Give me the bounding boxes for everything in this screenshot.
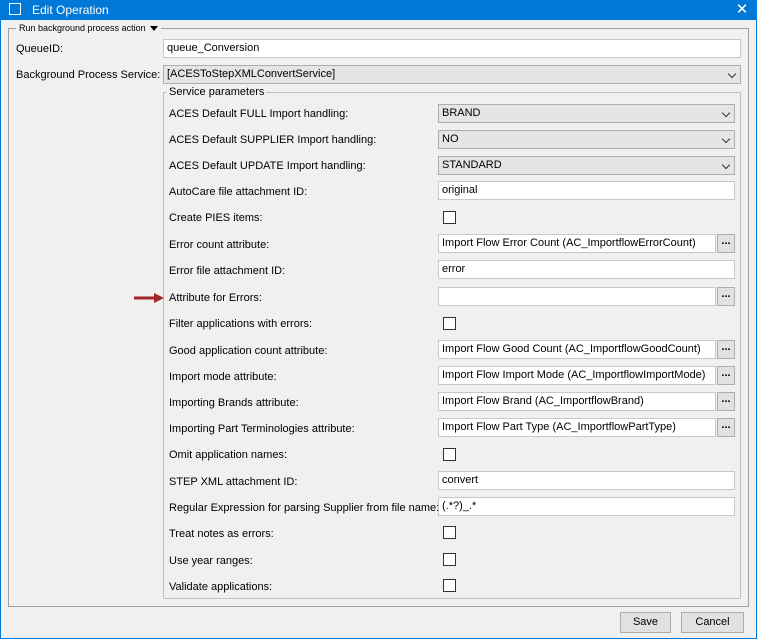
window-title: Edit Operation <box>32 3 109 17</box>
notes-errors-checkbox[interactable] <box>443 526 456 539</box>
filter-errors-checkbox[interactable] <box>443 317 456 330</box>
notes-errors-label: Treat notes as errors: <box>169 528 274 540</box>
queue-id-input[interactable]: queue_Conversion <box>163 39 741 58</box>
service-select[interactable]: [ACESToStepXMLConvertService] <box>163 65 741 84</box>
autocare-input[interactable]: original <box>438 181 735 200</box>
error-file-label: Error file attachment ID: <box>169 265 286 277</box>
create-pies-label: Create PIES items: <box>169 212 263 224</box>
full-import-value: BRAND <box>442 107 481 119</box>
omit-names-label: Omit application names: <box>169 449 287 461</box>
close-icon[interactable]: ✕ <box>727 0 757 20</box>
year-ranges-label: Use year ranges: <box>169 555 253 567</box>
chevron-down-icon <box>721 160 731 170</box>
pointer-arrow-icon <box>134 293 164 303</box>
import-mode-input[interactable]: Import Flow Import Mode (AC_ImportflowIm… <box>438 366 716 385</box>
attribute-errors-browse-button[interactable]: ... <box>717 287 735 306</box>
brands-label: Importing Brands attribute: <box>169 397 299 409</box>
save-button[interactable]: Save <box>620 612 671 633</box>
create-pies-checkbox[interactable] <box>443 211 456 224</box>
chevron-down-icon <box>149 26 158 32</box>
update-import-select[interactable]: STANDARD <box>438 156 735 175</box>
queue-id-label: QueueID: <box>16 43 64 55</box>
regex-input[interactable]: (.*?)_.* <box>438 497 735 516</box>
error-count-browse-button[interactable]: ... <box>717 234 735 253</box>
service-label: Background Process Service: <box>16 69 161 81</box>
stepxml-input[interactable]: convert <box>438 471 735 490</box>
chevron-down-icon <box>721 134 731 144</box>
part-terms-input[interactable]: Import Flow Part Type (AC_ImportflowPart… <box>438 418 716 437</box>
attribute-errors-input[interactable] <box>438 287 716 306</box>
title-bar: Edit Operation ✕ <box>0 0 757 20</box>
stepxml-label: STEP XML attachment ID: <box>169 476 298 488</box>
error-count-label: Error count attribute: <box>169 239 270 251</box>
update-import-label: ACES Default UPDATE Import handling: <box>169 160 366 172</box>
part-terms-label: Importing Part Terminologies attribute: <box>169 423 355 435</box>
import-mode-label: Import mode attribute: <box>169 371 277 383</box>
attribute-errors-label: Attribute for Errors: <box>169 292 262 304</box>
year-ranges-checkbox[interactable] <box>443 553 456 566</box>
supplier-import-label: ACES Default SUPPLIER Import handling: <box>169 134 377 146</box>
validate-label: Validate applications: <box>169 581 273 593</box>
omit-names-checkbox[interactable] <box>443 448 456 461</box>
update-import-value: STANDARD <box>442 159 502 171</box>
full-import-select[interactable]: BRAND <box>438 104 735 123</box>
import-mode-browse-button[interactable]: ... <box>717 366 735 385</box>
brands-browse-button[interactable]: ... <box>717 392 735 411</box>
autocare-label: AutoCare file attachment ID: <box>169 186 308 198</box>
chevron-down-icon <box>727 69 737 79</box>
window-icon <box>9 3 21 15</box>
supplier-import-select[interactable]: NO <box>438 130 735 149</box>
action-group-legend[interactable]: Run background process action <box>16 23 161 34</box>
good-count-label: Good application count attribute: <box>169 345 328 357</box>
cancel-button[interactable]: Cancel <box>681 612 744 633</box>
good-count-browse-button[interactable]: ... <box>717 340 735 359</box>
brands-input[interactable]: Import Flow Brand (AC_ImportflowBrand) <box>438 392 716 411</box>
full-import-label: ACES Default FULL Import handling: <box>169 108 349 120</box>
filter-errors-label: Filter applications with errors: <box>169 318 313 330</box>
chevron-down-icon <box>721 108 731 118</box>
validate-checkbox[interactable] <box>443 579 456 592</box>
regex-label: Regular Expression for parsing Supplier … <box>169 502 440 514</box>
supplier-import-value: NO <box>442 133 459 145</box>
good-count-input[interactable]: Import Flow Good Count (AC_ImportflowGoo… <box>438 340 716 359</box>
service-select-value: [ACESToStepXMLConvertService] <box>167 68 336 80</box>
error-count-input[interactable]: Import Flow Error Count (AC_ImportflowEr… <box>438 234 716 253</box>
service-parameters-legend: Service parameters <box>167 86 267 98</box>
part-terms-browse-button[interactable]: ... <box>717 418 735 437</box>
action-group-legend-text: Run background process action <box>19 23 146 33</box>
error-file-input[interactable]: error <box>438 260 735 279</box>
